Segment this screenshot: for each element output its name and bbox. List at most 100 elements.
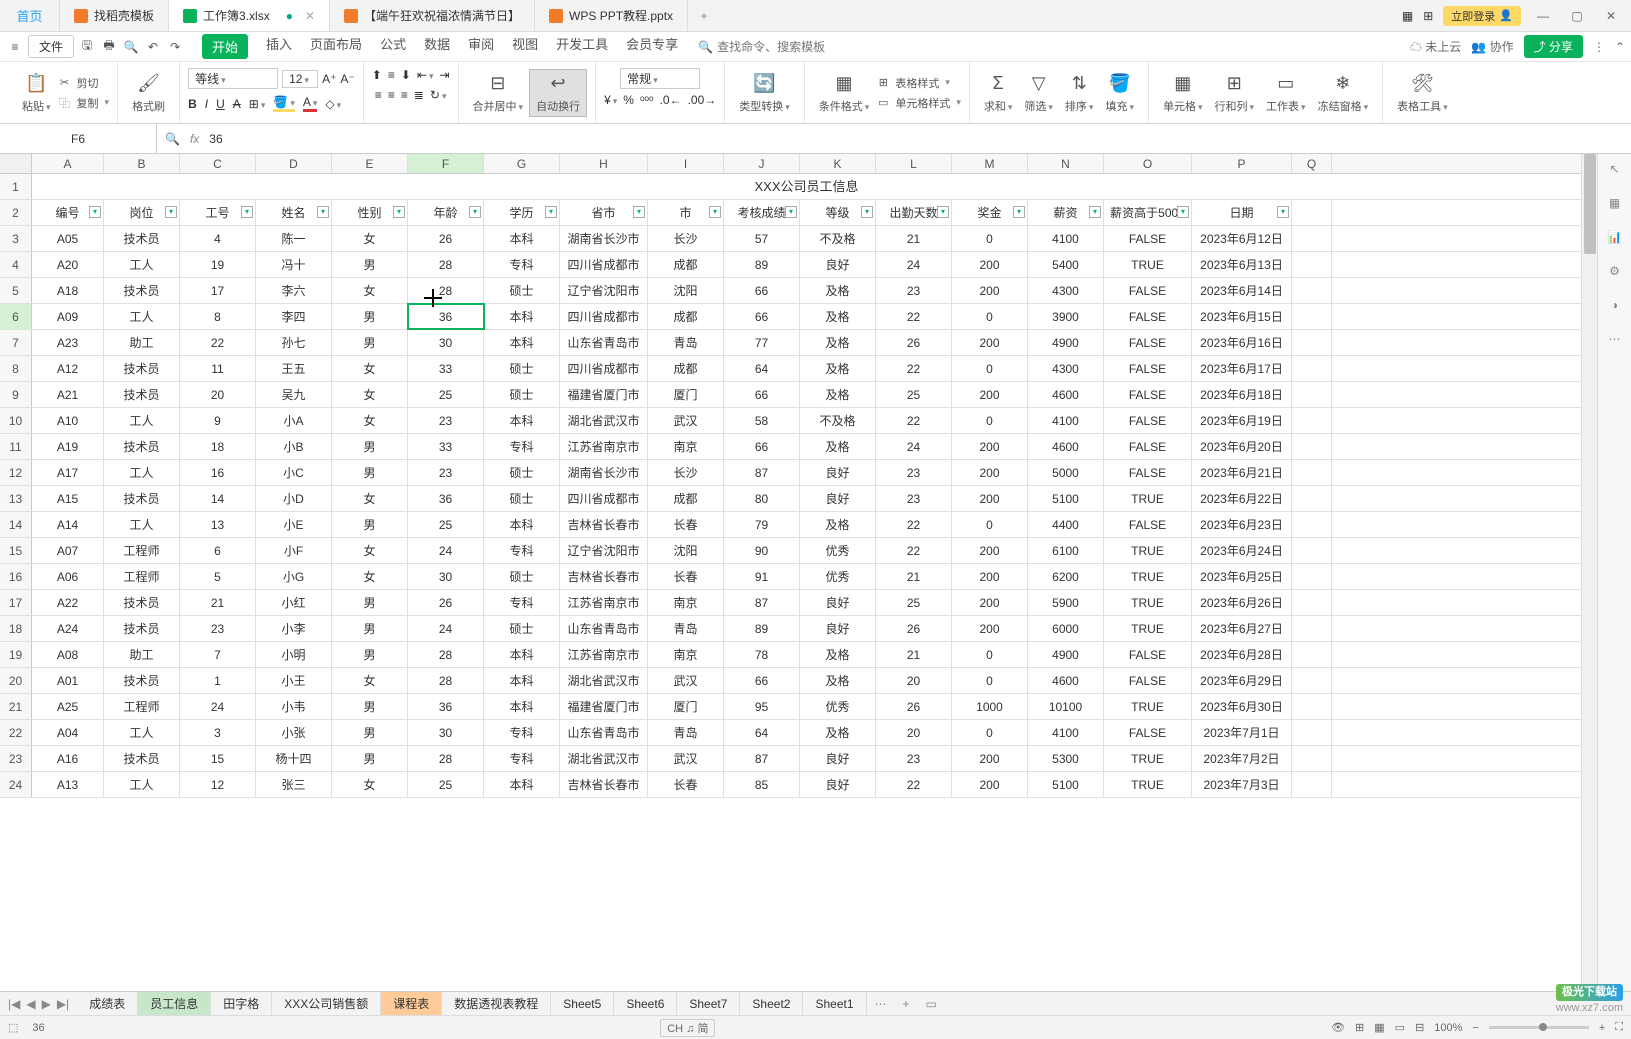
data-cell[interactable]: 工人 bbox=[104, 720, 180, 745]
data-cell[interactable]: 1 bbox=[180, 668, 256, 693]
data-cell[interactable]: 工程师 bbox=[104, 564, 180, 589]
data-cell[interactable]: 良好 bbox=[800, 616, 876, 641]
data-cell[interactable]: 26 bbox=[408, 226, 484, 251]
data-cell[interactable]: A05 bbox=[32, 226, 104, 251]
column-header[interactable]: J bbox=[724, 154, 800, 173]
data-cell[interactable]: 23 bbox=[876, 278, 952, 303]
data-cell[interactable]: 小王 bbox=[256, 668, 332, 693]
view-eye-icon[interactable]: 👁 bbox=[1331, 1021, 1345, 1034]
type-convert-button[interactable]: 🔄类型转换 bbox=[733, 72, 796, 114]
data-cell[interactable]: A13 bbox=[32, 772, 104, 797]
row-header[interactable]: 24 bbox=[0, 772, 32, 797]
filter-dropdown-icon[interactable]: ▾ bbox=[165, 206, 177, 218]
filter-dropdown-icon[interactable]: ▾ bbox=[469, 206, 481, 218]
data-cell[interactable]: 技术员 bbox=[104, 226, 180, 251]
data-cell[interactable]: TRUE bbox=[1104, 772, 1192, 797]
data-cell[interactable]: 女 bbox=[332, 564, 408, 589]
fx-label[interactable]: fx bbox=[190, 132, 199, 146]
header-cell[interactable]: 市▾ bbox=[648, 200, 724, 225]
data-cell[interactable]: 四川省成都市 bbox=[560, 304, 648, 329]
row-header[interactable]: 18 bbox=[0, 616, 32, 641]
data-cell[interactable]: 20 bbox=[180, 382, 256, 407]
data-cell[interactable]: 男 bbox=[332, 304, 408, 329]
data-cell[interactable]: 女 bbox=[332, 226, 408, 251]
data-cell[interactable]: 本科 bbox=[484, 226, 560, 251]
data-cell[interactable]: 2023年6月16日 bbox=[1192, 330, 1292, 355]
data-cell[interactable]: 4100 bbox=[1028, 720, 1104, 745]
data-cell[interactable]: TRUE bbox=[1104, 564, 1192, 589]
zoom-out-button[interactable]: − bbox=[1472, 1022, 1478, 1034]
header-cell[interactable]: 等级▾ bbox=[800, 200, 876, 225]
data-cell[interactable]: A12 bbox=[32, 356, 104, 381]
empty-cell[interactable] bbox=[1292, 512, 1332, 537]
data-cell[interactable]: 64 bbox=[724, 720, 800, 745]
data-cell[interactable]: 陈一 bbox=[256, 226, 332, 251]
data-cell[interactable]: 湖南省长沙市 bbox=[560, 460, 648, 485]
data-cell[interactable]: A24 bbox=[32, 616, 104, 641]
data-cell[interactable]: 8 bbox=[180, 304, 256, 329]
empty-cell[interactable] bbox=[1292, 278, 1332, 303]
data-cell[interactable]: 工人 bbox=[104, 460, 180, 485]
filter-dropdown-icon[interactable]: ▾ bbox=[241, 206, 253, 218]
data-cell[interactable]: 25 bbox=[408, 512, 484, 537]
orientation-icon[interactable]: ↻ bbox=[430, 88, 447, 102]
sheet-tab[interactable]: 田字格 bbox=[211, 992, 272, 1015]
data-cell[interactable]: A18 bbox=[32, 278, 104, 303]
row-header[interactable]: 4 bbox=[0, 252, 32, 277]
header-cell[interactable]: 学历▾ bbox=[484, 200, 560, 225]
data-cell[interactable]: 女 bbox=[332, 538, 408, 563]
data-cell[interactable]: 26 bbox=[408, 590, 484, 615]
data-cell[interactable]: 小张 bbox=[256, 720, 332, 745]
sheet-nav-prev[interactable]: ◀ bbox=[26, 997, 35, 1011]
data-cell[interactable]: A19 bbox=[32, 434, 104, 459]
header-cell[interactable]: 岗位▾ bbox=[104, 200, 180, 225]
data-cell[interactable]: 青岛 bbox=[648, 616, 724, 641]
data-cell[interactable]: 6100 bbox=[1028, 538, 1104, 563]
data-cell[interactable]: FALSE bbox=[1104, 356, 1192, 381]
data-cell[interactable]: 0 bbox=[952, 408, 1028, 433]
filter-dropdown-icon[interactable]: ▾ bbox=[89, 206, 101, 218]
data-cell[interactable]: 及格 bbox=[800, 304, 876, 329]
data-cell[interactable]: 湖北省武汉市 bbox=[560, 408, 648, 433]
data-cell[interactable]: 0 bbox=[952, 668, 1028, 693]
data-cell[interactable]: TRUE bbox=[1104, 252, 1192, 277]
fullscreen-icon[interactable]: ⛶ bbox=[1615, 1021, 1623, 1034]
font-color-button[interactable]: A bbox=[303, 95, 318, 112]
paste-button[interactable]: 📋粘贴 bbox=[16, 72, 57, 114]
data-cell[interactable]: 5100 bbox=[1028, 772, 1104, 797]
data-cell[interactable]: 硕士 bbox=[484, 382, 560, 407]
data-cell[interactable]: 2023年6月22日 bbox=[1192, 486, 1292, 511]
number-format-select[interactable]: 常规 bbox=[620, 68, 700, 89]
data-cell[interactable]: 4900 bbox=[1028, 642, 1104, 667]
empty-cell[interactable] bbox=[1292, 460, 1332, 485]
data-cell[interactable]: 硕士 bbox=[484, 460, 560, 485]
data-cell[interactable]: 4100 bbox=[1028, 226, 1104, 251]
scroll-thumb[interactable] bbox=[1584, 154, 1596, 254]
data-cell[interactable]: 6200 bbox=[1028, 564, 1104, 589]
row-header[interactable]: 9 bbox=[0, 382, 32, 407]
data-cell[interactable]: FALSE bbox=[1104, 668, 1192, 693]
data-cell[interactable]: 武汉 bbox=[648, 668, 724, 693]
data-cell[interactable]: 专科 bbox=[484, 746, 560, 771]
data-cell[interactable]: 200 bbox=[952, 252, 1028, 277]
document-tab[interactable]: 工作簿3.xlsx●✕ bbox=[169, 0, 330, 31]
data-cell[interactable]: 22 bbox=[876, 356, 952, 381]
sheet-tab[interactable]: Sheet1 bbox=[803, 992, 866, 1015]
row-header[interactable]: 7 bbox=[0, 330, 32, 355]
comma-icon[interactable]: ᵒᵒᵒ bbox=[640, 93, 654, 107]
data-cell[interactable]: 22 bbox=[876, 408, 952, 433]
data-cell[interactable]: 女 bbox=[332, 382, 408, 407]
data-cell[interactable]: 女 bbox=[332, 278, 408, 303]
data-cell[interactable]: A16 bbox=[32, 746, 104, 771]
data-cell[interactable]: 25 bbox=[876, 382, 952, 407]
data-cell[interactable]: TRUE bbox=[1104, 616, 1192, 641]
data-cell[interactable]: 工人 bbox=[104, 512, 180, 537]
data-cell[interactable]: 男 bbox=[332, 512, 408, 537]
data-cell[interactable]: FALSE bbox=[1104, 434, 1192, 459]
data-cell[interactable]: 57 bbox=[724, 226, 800, 251]
cut-button[interactable]: ✂剪切 bbox=[57, 75, 110, 91]
data-cell[interactable]: FALSE bbox=[1104, 304, 1192, 329]
filter-dropdown-icon[interactable]: ▾ bbox=[1089, 206, 1101, 218]
data-cell[interactable]: 0 bbox=[952, 720, 1028, 745]
header-cell[interactable]: 日期▾ bbox=[1192, 200, 1292, 225]
